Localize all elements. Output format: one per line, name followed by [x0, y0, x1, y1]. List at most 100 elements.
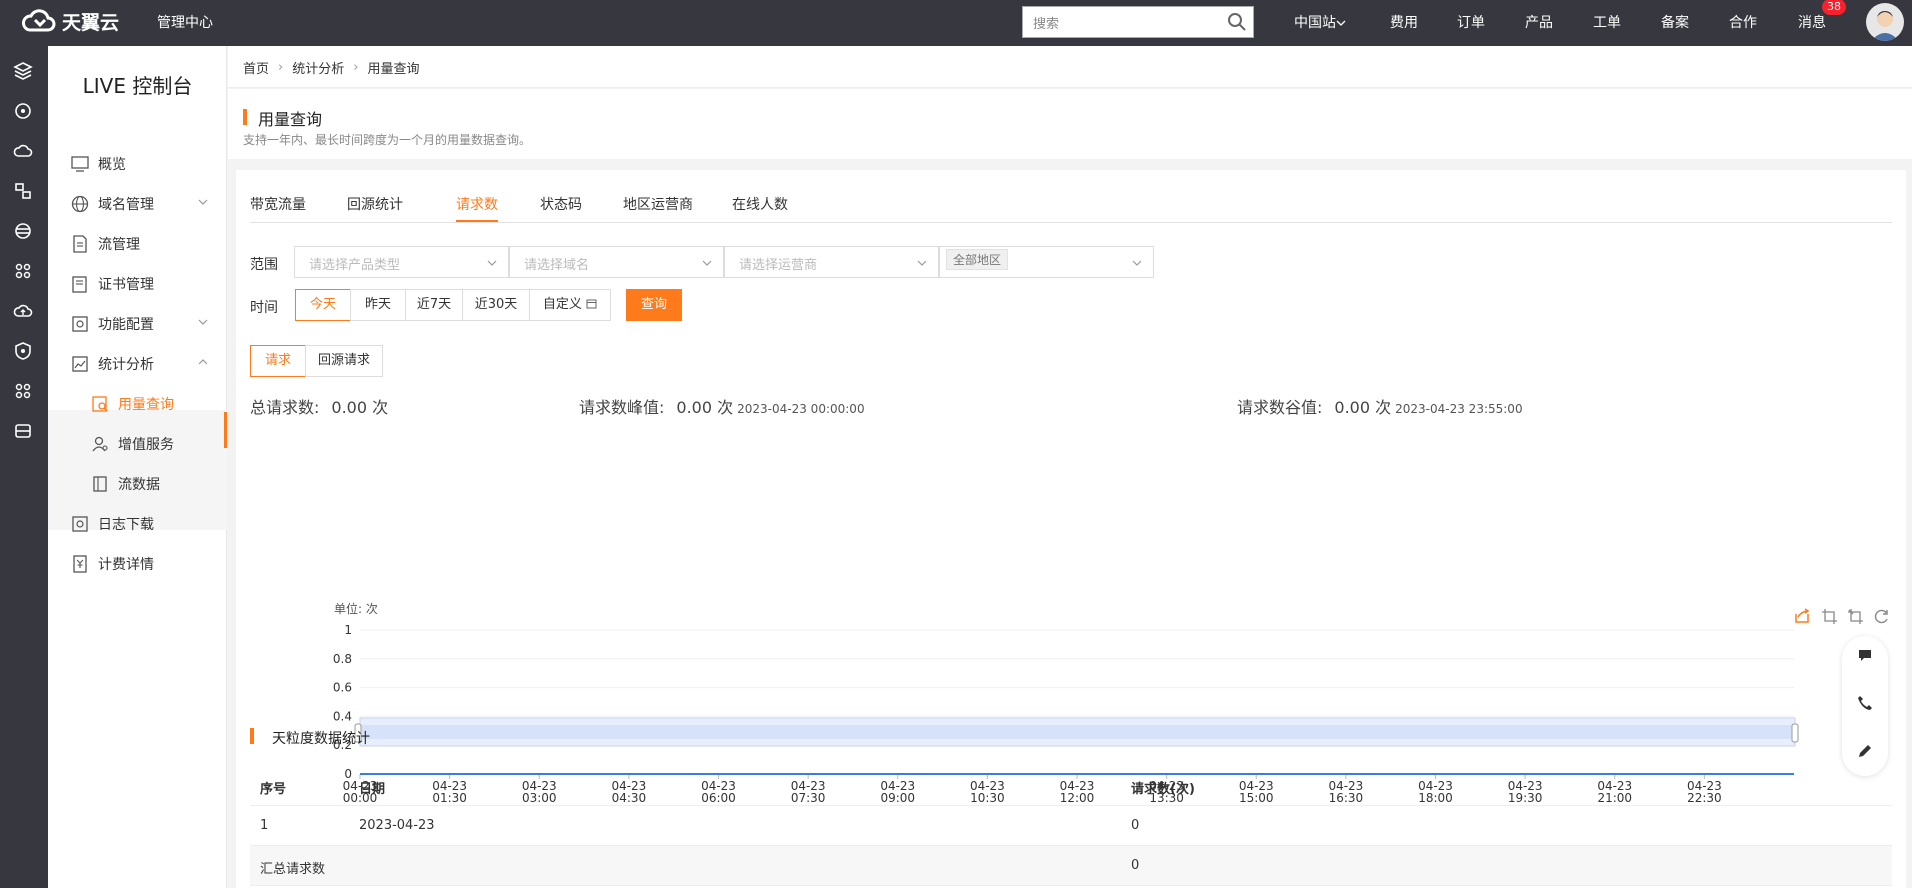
save-image-icon[interactable]	[1795, 608, 1810, 623]
sidebar-item-billing[interactable]: 计费详情	[70, 544, 227, 584]
chat-icon[interactable]	[1856, 646, 1874, 664]
request-type-button[interactable]: 请求	[250, 345, 306, 377]
shield-icon[interactable]	[12, 340, 34, 362]
total-requests-value: 0.00 次	[331, 398, 389, 417]
tab-region-operator[interactable]: 地区运营商	[623, 194, 693, 214]
storage-icon[interactable]	[12, 420, 34, 442]
chart-zoom-slider[interactable]	[354, 717, 1799, 747]
log-icon	[72, 516, 88, 532]
breadcrumb-statistics[interactable]: 统计分析	[292, 58, 344, 77]
sidebar-item-log-download[interactable]: 日志下载	[70, 504, 227, 544]
nav-fees[interactable]: 费用	[1390, 12, 1418, 32]
sidebar-item-label: 功能配置	[98, 317, 154, 333]
range-label: 范围	[250, 257, 278, 273]
valley-requests-value: 0.00 次	[1334, 398, 1392, 417]
y-tick-label: 0.6	[333, 681, 352, 695]
nav-messages[interactable]: 消息	[1798, 12, 1826, 32]
settings-icon	[72, 316, 88, 332]
sidebar-item-stream-data[interactable]: 流数据	[90, 464, 227, 504]
cloud-icon[interactable]	[12, 140, 34, 162]
breadcrumb: 首页 › 统计分析 › 用量查询	[243, 58, 419, 77]
summary-value: 0	[1131, 858, 1140, 873]
refresh-icon[interactable]	[1874, 609, 1888, 624]
chart-unit-label: 单位: 次	[334, 601, 378, 616]
sidebar-item-feature-config[interactable]: 功能配置	[70, 304, 227, 344]
column-header: 序号	[260, 782, 287, 797]
nav-orders[interactable]: 订单	[1457, 12, 1485, 32]
region-select[interactable]: 全部地区	[939, 246, 1154, 278]
domain-select[interactable]: 请选择域名	[509, 246, 724, 278]
chevron-down-icon	[198, 319, 208, 325]
brand-logo[interactable]: 天翼云	[20, 6, 119, 36]
zoom-reset-icon[interactable]	[1848, 609, 1863, 624]
chart-toolbox	[1795, 608, 1888, 624]
sidebar-item-label: 计费详情	[98, 557, 154, 573]
origin-request-type-button[interactable]: 回源请求	[305, 345, 383, 377]
sidebar-item-usage-query[interactable]: 用量查询	[90, 384, 227, 424]
server-icon[interactable]	[12, 180, 34, 202]
tab-active-underline	[456, 220, 498, 222]
message-badge: 38	[1822, 0, 1846, 15]
breadcrumb-home[interactable]: 首页	[243, 58, 269, 77]
product-type-select[interactable]: 请选择产品类型	[294, 246, 509, 278]
time-yesterday-button[interactable]: 昨天	[350, 289, 406, 321]
title-accent-bar	[243, 109, 247, 125]
nav-region[interactable]: 中国站	[1294, 12, 1346, 32]
phone-icon[interactable]	[1856, 694, 1874, 712]
region-tag: 全部地区	[946, 249, 1009, 270]
edit-icon[interactable]	[1856, 742, 1874, 760]
y-tick-label: 0.8	[333, 652, 352, 666]
management-center-link[interactable]: 管理中心	[157, 12, 213, 32]
sidebar-item-overview[interactable]: 概览	[70, 144, 227, 184]
sidebar-item-label: 流数据	[118, 477, 160, 493]
zoom-handle-right[interactable]	[1791, 723, 1799, 743]
chevron-down-icon	[1336, 20, 1346, 26]
valley-requests-time: 2023-04-23 23:55:00	[1395, 402, 1523, 416]
layers-icon[interactable]	[12, 60, 34, 82]
cloud-upload-icon[interactable]	[12, 300, 34, 322]
peak-requests-value: 0.00 次	[676, 398, 734, 417]
query-button[interactable]: 查询	[626, 289, 682, 321]
time-today-button[interactable]: 今天	[295, 289, 351, 321]
sidebar-item-domain[interactable]: 域名管理	[70, 184, 227, 224]
tab-online-users[interactable]: 在线人数	[732, 194, 788, 214]
product-icon-bar	[0, 46, 48, 888]
search-icon[interactable]	[1227, 12, 1247, 32]
nav-filing[interactable]: 备案	[1661, 12, 1689, 32]
usage-icon	[92, 396, 108, 412]
tab-status-codes[interactable]: 状态码	[540, 194, 582, 214]
sidebar-item-stream[interactable]: 流管理	[70, 224, 227, 264]
nav-products[interactable]: 产品	[1525, 12, 1553, 32]
chart-y-ticks: 00.20.40.60.81	[333, 623, 352, 781]
chevron-down-icon	[917, 260, 927, 266]
document-icon	[73, 235, 87, 253]
nav-partners[interactable]: 合作	[1729, 12, 1757, 32]
cloud-logo-icon	[22, 9, 56, 32]
breadcrumb-bar: 首页 › 统计分析 › 用量查询	[228, 46, 1912, 88]
table-summary-row: 汇总请求数 0	[250, 846, 1892, 886]
zoom-area-icon[interactable]	[1822, 609, 1837, 624]
sidebar-item-statistics[interactable]: 统计分析	[70, 344, 227, 384]
cluster-icon[interactable]	[12, 260, 34, 282]
tab-requests[interactable]: 请求数	[456, 194, 498, 214]
y-tick-label: 1	[344, 623, 352, 637]
nav-tickets[interactable]: 工单	[1593, 12, 1621, 32]
database-icon[interactable]	[12, 220, 34, 242]
section-accent-bar	[250, 728, 254, 744]
sidebar-item-label: 域名管理	[98, 197, 154, 213]
table-header-row: 序号 日期 请求数(次)	[250, 766, 1892, 806]
operator-select[interactable]: 请选择运营商	[724, 246, 939, 278]
tab-bandwidth[interactable]: 带宽流量	[250, 194, 306, 214]
network-icon[interactable]	[12, 100, 34, 122]
sidebar-item-value-added[interactable]: 增值服务	[90, 424, 227, 464]
time-7days-button[interactable]: 近7天	[405, 289, 463, 321]
nodes-icon[interactable]	[12, 380, 34, 402]
tab-origin-stats[interactable]: 回源统计	[347, 194, 403, 214]
avatar[interactable]	[1866, 3, 1904, 41]
globe-icon	[71, 195, 89, 213]
time-custom-button[interactable]: 自定义	[529, 289, 611, 321]
console-title: LIVE 控制台	[82, 74, 193, 98]
sidebar-item-certificate[interactable]: 证书管理	[70, 264, 227, 304]
search-input[interactable]: 搜索	[1022, 6, 1254, 38]
time-30days-button[interactable]: 近30天	[462, 289, 530, 321]
